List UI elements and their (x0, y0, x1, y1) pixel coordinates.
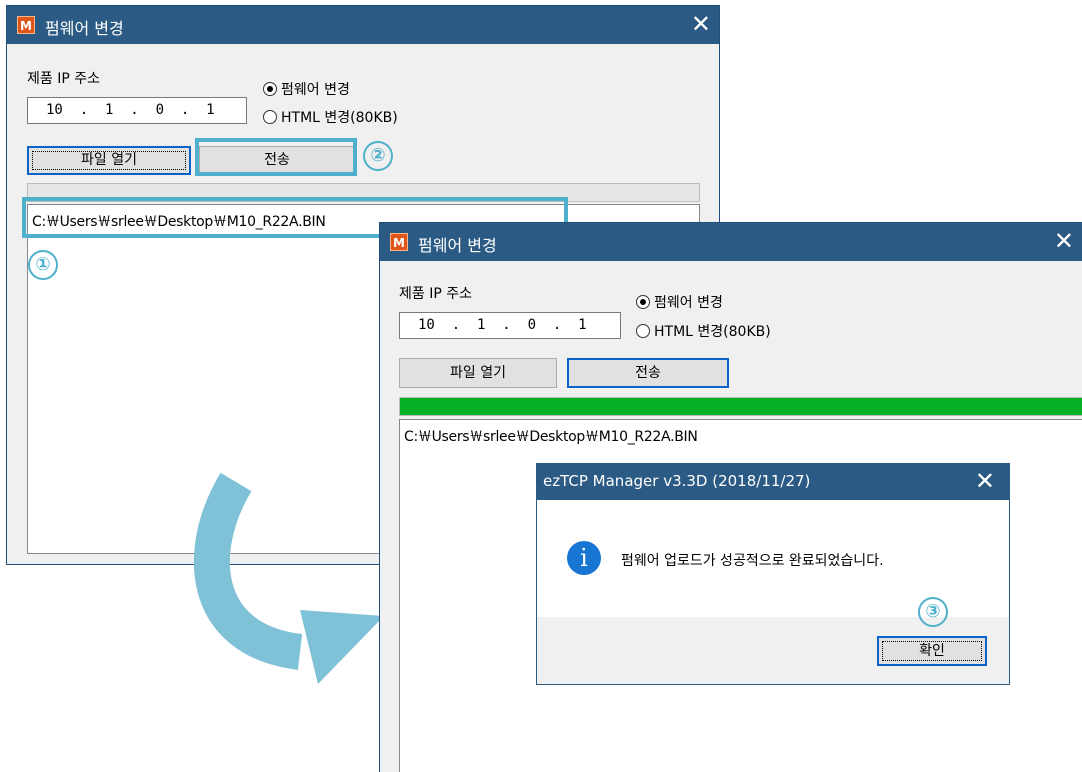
radio-unchecked-icon (636, 324, 650, 338)
radio-checked-icon (636, 295, 650, 309)
send-label: 전송 (635, 365, 661, 381)
radio-html[interactable]: HTML 변경(80KB) (636, 321, 771, 341)
dialog-title: ezTCP Manager v3.3D (2018/11/27) (543, 472, 811, 490)
dialog-title-bar[interactable]: ezTCP Manager v3.3D (2018/11/27) ✕ (537, 464, 1009, 500)
progress-fill (400, 398, 1082, 415)
ok-label: 확인 (879, 638, 985, 664)
radio-firmware[interactable]: 펌웨어 변경 (636, 292, 723, 312)
send-button[interactable]: 전송 (567, 358, 729, 388)
close-icon[interactable]: ✕ (975, 467, 995, 495)
step-3-marker: ③ (918, 597, 948, 627)
title-bar[interactable]: M 펌웨어 변경 ✕ (380, 223, 1082, 261)
radio-firmware-label: 펌웨어 변경 (654, 295, 723, 311)
ip-label: 제품 IP 주소 (399, 286, 472, 302)
dialog-message: 펌웨어 업로드가 성공적으로 완료되었습니다. (621, 553, 884, 569)
window-title: 펌웨어 변경 (418, 236, 497, 255)
file-path-text: C:￦Users￦srlee￦Desktop￦M10_R22A.BIN (404, 429, 698, 445)
app-logo-icon: M (390, 233, 408, 251)
message-dialog: ezTCP Manager v3.3D (2018/11/27) ✕ i 펌웨어… (536, 463, 1010, 685)
ok-button[interactable]: 확인 (877, 636, 987, 666)
info-icon: i (567, 541, 601, 575)
progress-bar (399, 397, 1082, 416)
close-icon[interactable]: ✕ (1054, 227, 1074, 255)
open-file-label: 파일 열기 (450, 365, 506, 381)
open-file-button[interactable]: 파일 열기 (399, 358, 557, 388)
radio-html-label: HTML 변경(80KB) (654, 324, 771, 340)
ip-address-input[interactable]: 10 . 1 . 0 . 1 (399, 312, 621, 339)
